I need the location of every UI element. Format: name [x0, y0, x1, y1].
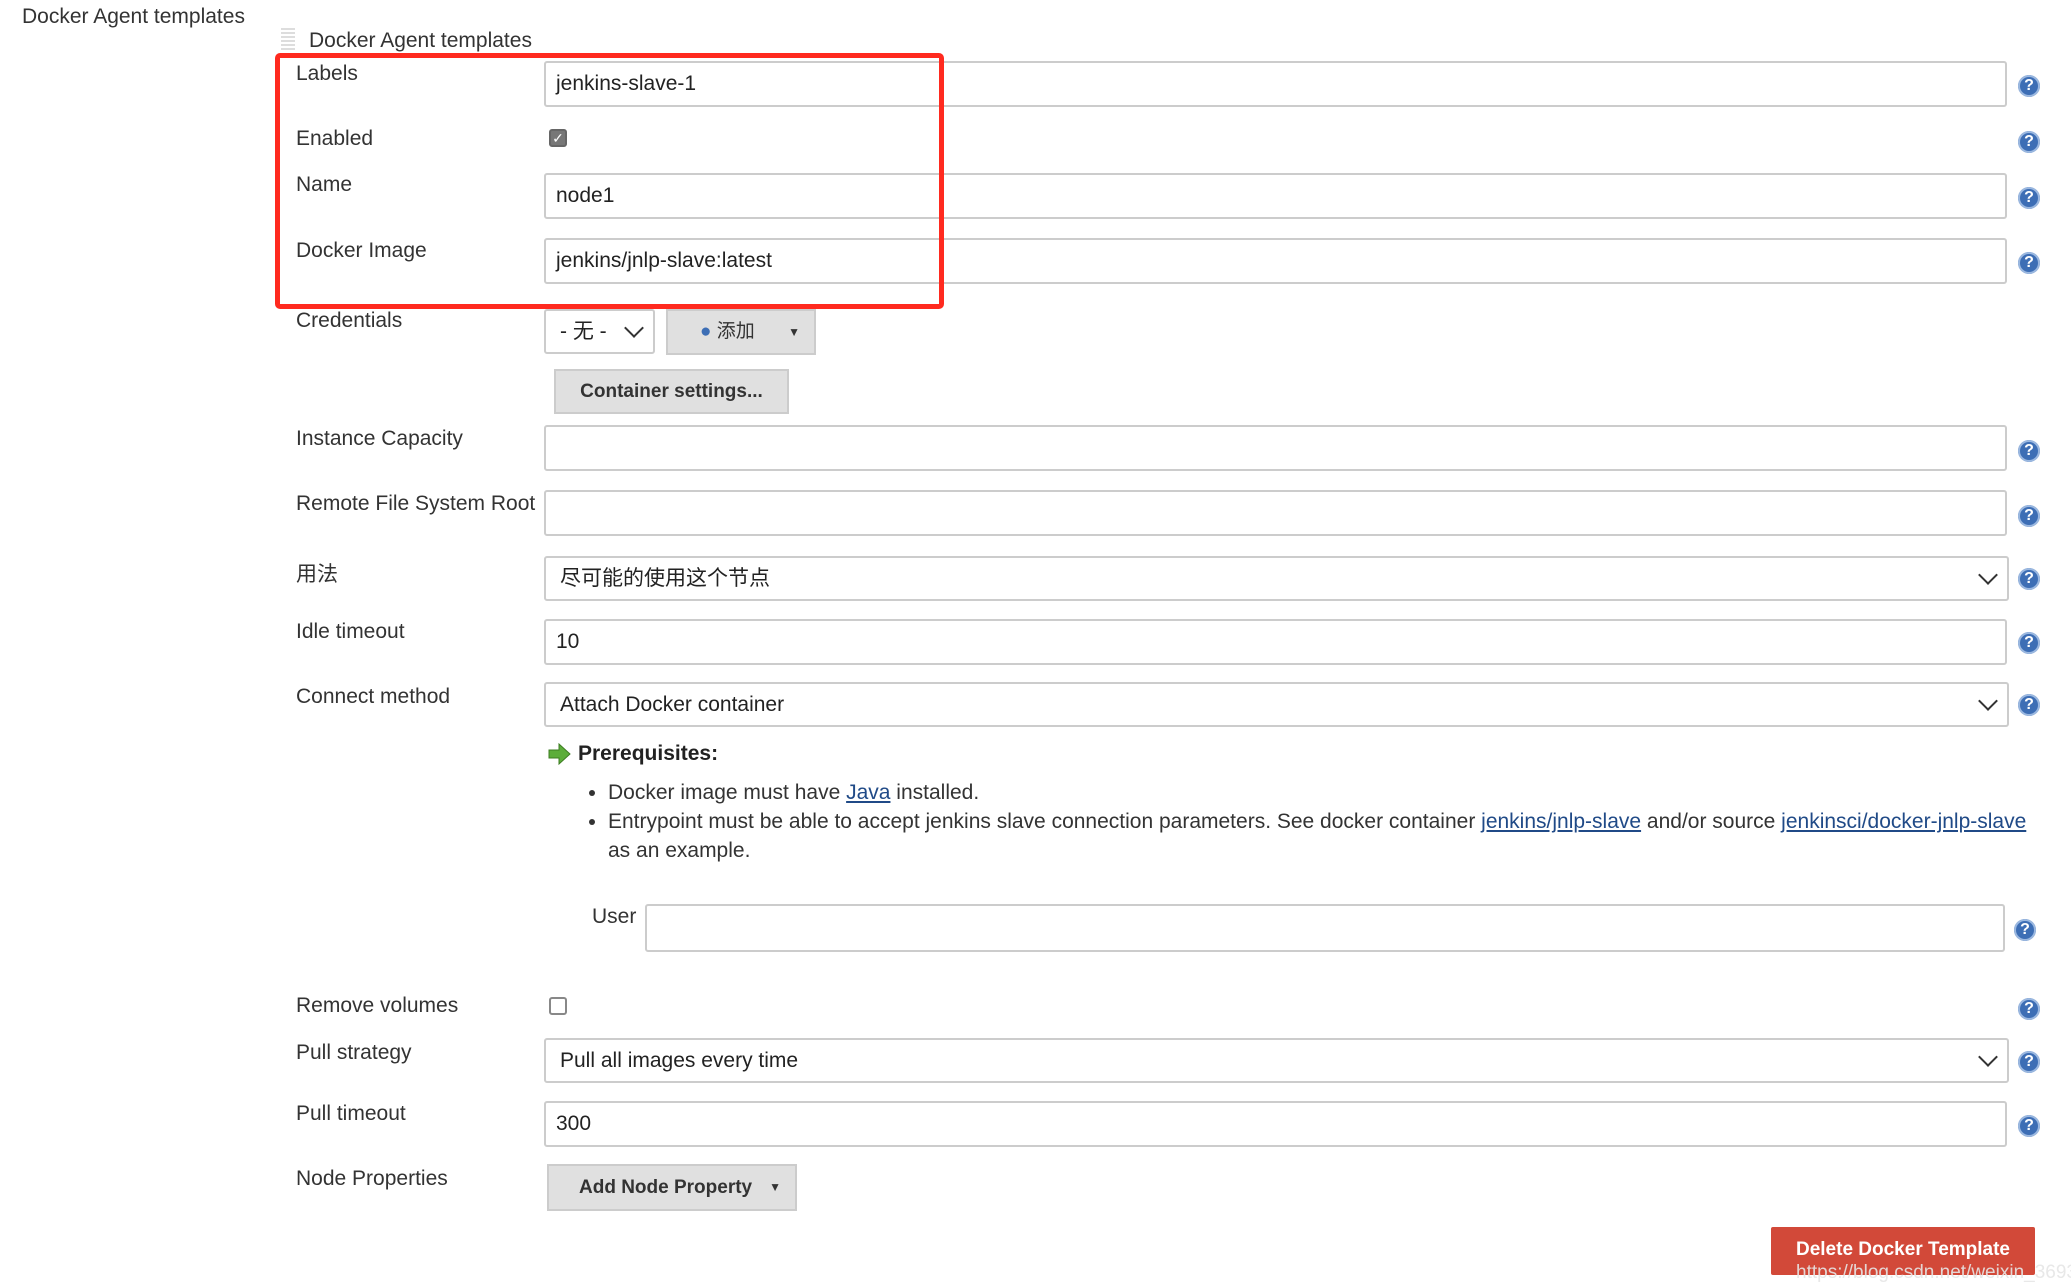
prerequisites-title: Prerequisites:	[578, 742, 719, 765]
connect-method-selected: Attach Docker container	[560, 693, 785, 716]
usage-selected: 尽可能的使用这个节点	[560, 567, 770, 590]
remove-volumes-label: Remove volumes	[296, 994, 459, 1017]
help-icon[interactable]: ?	[2014, 919, 2036, 941]
pull-timeout-input[interactable]: 300	[544, 1101, 2007, 1147]
jnlp-slave-link[interactable]: jenkins/jnlp-slave	[1481, 810, 1641, 833]
prerequisites-list: Docker image must have Java installed. E…	[568, 778, 2071, 865]
help-icon[interactable]: ?	[2018, 694, 2040, 716]
connect-method-label: Connect method	[296, 685, 451, 708]
chevron-down-icon	[1978, 1047, 1998, 1067]
arrow-right-icon	[547, 742, 571, 766]
help-icon[interactable]: ?	[2018, 1051, 2040, 1073]
credentials-select[interactable]: - 无 -	[544, 309, 655, 354]
connect-method-select[interactable]: Attach Docker container	[544, 682, 2009, 727]
help-icon[interactable]: ?	[2018, 632, 2040, 654]
section-label: Docker Agent templates	[22, 5, 245, 28]
chevron-down-icon	[624, 318, 644, 338]
help-icon[interactable]: ?	[2018, 1115, 2040, 1137]
instance-capacity-label: Instance Capacity	[296, 427, 463, 450]
pull-strategy-select[interactable]: Pull all images every time	[544, 1038, 2009, 1083]
prereq-item: Docker image must have Java installed.	[608, 778, 2071, 807]
container-settings-button[interactable]: Container settings...	[554, 369, 789, 414]
usage-label: 用法	[296, 563, 338, 586]
remote-fs-root-input[interactable]	[544, 490, 2007, 536]
help-icon[interactable]: ?	[2018, 131, 2040, 153]
pull-timeout-label: Pull timeout	[296, 1102, 406, 1125]
credentials-selected: - 无 -	[560, 320, 607, 343]
help-icon[interactable]: ?	[2018, 252, 2040, 274]
prereq-item: Entrypoint must be able to accept jenkin…	[608, 807, 2071, 865]
pull-strategy-selected: Pull all images every time	[560, 1049, 799, 1072]
key-icon: ●	[700, 321, 712, 342]
user-label: User	[592, 905, 637, 928]
caret-down-icon: ▼	[788, 325, 800, 339]
drag-handle-icon[interactable]	[281, 28, 295, 50]
highlight-box	[275, 53, 944, 309]
chevron-down-icon	[1978, 691, 1998, 711]
help-icon[interactable]: ?	[2018, 998, 2040, 1020]
usage-select[interactable]: 尽可能的使用这个节点	[544, 556, 2009, 601]
java-link[interactable]: Java	[846, 781, 890, 804]
node-properties-label: Node Properties	[296, 1167, 448, 1190]
help-icon[interactable]: ?	[2018, 75, 2040, 97]
add-credentials-button[interactable]: ● 添加 ▼	[666, 309, 816, 355]
docker-jnlp-slave-link[interactable]: jenkinsci/docker-jnlp-slave	[1781, 810, 2026, 833]
user-input[interactable]	[645, 904, 2005, 952]
template-header: Docker Agent templates	[309, 29, 532, 52]
add-node-property-label: Add Node Property	[579, 1177, 753, 1198]
help-icon[interactable]: ?	[2018, 440, 2040, 462]
credentials-label: Credentials	[296, 309, 403, 332]
remote-fs-root-label: Remote File System Root	[296, 492, 536, 515]
idle-timeout-input[interactable]: 10	[544, 619, 2007, 665]
add-label: 添加	[716, 321, 755, 342]
help-icon[interactable]: ?	[2018, 505, 2040, 527]
caret-down-icon: ▼	[769, 1180, 781, 1194]
chevron-down-icon	[1978, 565, 1998, 585]
idle-timeout-label: Idle timeout	[296, 620, 405, 643]
add-node-property-button[interactable]: Add Node Property ▼	[547, 1164, 797, 1211]
help-icon[interactable]: ?	[2018, 187, 2040, 209]
pull-strategy-label: Pull strategy	[296, 1041, 412, 1064]
remove-volumes-checkbox[interactable]	[549, 997, 567, 1015]
instance-capacity-input[interactable]	[544, 425, 2007, 471]
watermark: https://blog.csdn.net/weixin_36938307	[1796, 1262, 2071, 1283]
help-icon[interactable]: ?	[2018, 568, 2040, 590]
